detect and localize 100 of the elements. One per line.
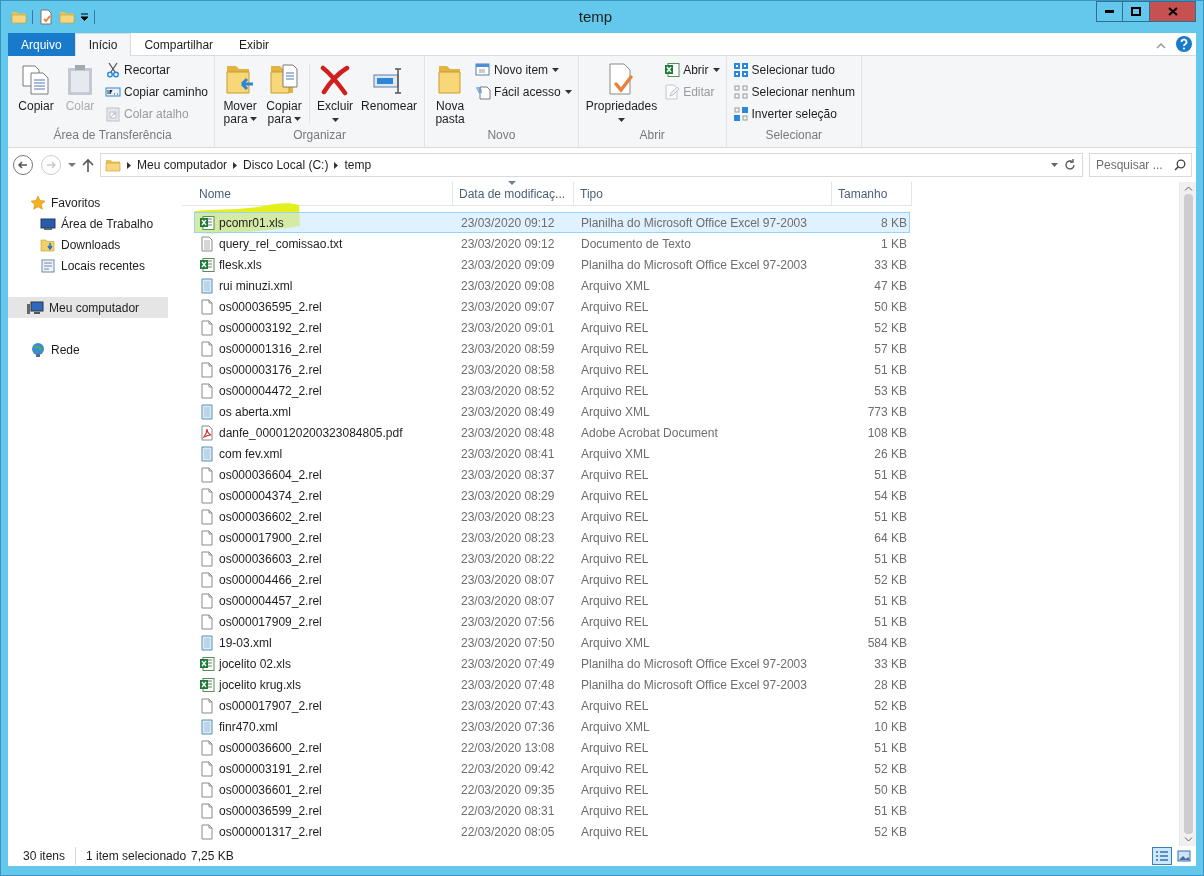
ribbon-button[interactable]: Fácil acesso xyxy=(475,82,572,101)
ribbon-button[interactable]: Copiar xyxy=(15,60,57,113)
blank-file-icon xyxy=(199,823,215,840)
ribbon-button[interactable]: Renomear xyxy=(358,60,421,113)
breadcrumb-item[interactable]: temp xyxy=(344,156,372,174)
file-row[interactable]: danfe_0000120200323084805.pdf 23/03/2020 08:48 Adobe Acrobat Document 108 KB xyxy=(194,422,910,443)
selection-size: 7,25 KB xyxy=(190,848,234,865)
file-size: 52 KB xyxy=(873,319,908,337)
column-header[interactable]: Data de modificaç... xyxy=(453,182,574,205)
file-row[interactable]: os000036603_2.rel 23/03/2020 08:22 Arquivo REL 51 KB xyxy=(194,548,910,569)
image-view-icon xyxy=(1177,850,1191,862)
network-icon xyxy=(30,341,46,358)
file-row[interactable]: os000004374_2.rel 23/03/2020 08:29 Arquivo REL 54 KB xyxy=(194,485,910,506)
nav-item[interactable]: Downloads xyxy=(8,234,168,255)
blank-file-icon xyxy=(199,550,215,567)
text-file-icon xyxy=(199,235,215,252)
customize-toolbar-icon[interactable] xyxy=(80,13,89,21)
ribbon-button[interactable]: Mover para xyxy=(219,60,262,126)
file-date: 23/03/2020 08:07 xyxy=(460,571,556,589)
nav-item[interactable]: Área de Trabalho xyxy=(8,213,168,234)
details-view-button[interactable] xyxy=(1152,847,1172,865)
file-date: 22/03/2020 08:05 xyxy=(460,823,556,841)
file-row[interactable]: jocelito 02.xls 23/03/2020 07:49 Planilha do Microsoft Office Excel 97-2003 33 KB xyxy=(194,653,910,674)
close-button[interactable] xyxy=(1150,1,1196,22)
file-row[interactable]: os000017900_2.rel 23/03/2020 08:23 Arquivo REL 64 KB xyxy=(194,527,910,548)
refresh-icon[interactable] xyxy=(1064,159,1076,171)
ribbon-button[interactable]: Selecionar nenhum xyxy=(732,82,855,101)
ribbon-tab[interactable]: Compartilhar xyxy=(131,33,227,56)
ribbon-tab[interactable]: Exibir xyxy=(226,33,283,56)
breadcrumb-item[interactable]: Disco Local (C:) xyxy=(243,156,329,174)
file-row[interactable]: os aberta.xml 23/03/2020 08:49 Arquivo XML 773 KB xyxy=(194,401,910,422)
ribbon-button[interactable]: Selecionar tudo xyxy=(732,60,855,79)
address-bar[interactable]: Meu computador Disco Local (C:) temp xyxy=(100,153,1083,177)
file-row[interactable]: os000036595_2.rel 23/03/2020 09:07 Arquivo REL 50 KB xyxy=(194,296,910,317)
file-row[interactable]: os000004472_2.rel 23/03/2020 08:52 Arquivo REL 53 KB xyxy=(194,380,910,401)
blank-file-icon xyxy=(199,697,215,714)
ribbon-button[interactable]: Inverter seleção xyxy=(732,104,855,123)
search-field[interactable]: Pesquisar ... xyxy=(1089,153,1192,177)
file-row[interactable]: jocelito krug.xls 23/03/2020 07:48 Planilha do Microsoft Office Excel 97-2003 28 KB xyxy=(194,674,910,695)
help-icon[interactable] xyxy=(1176,36,1192,52)
column-header[interactable]: Tipo xyxy=(574,182,832,205)
file-row[interactable]: os000036604_2.rel 23/03/2020 08:37 Arquivo REL 51 KB xyxy=(194,464,910,485)
file-row[interactable]: os000036601_2.rel 22/03/2020 09:35 Arquivo REL 50 KB xyxy=(194,779,910,800)
nav-item[interactable]: Favoritos xyxy=(8,192,168,213)
file-row[interactable]: 19-03.xml 23/03/2020 07:50 Arquivo XML 584 KB xyxy=(194,632,910,653)
ribbon-tab[interactable]: Início xyxy=(74,33,132,56)
ribbon-button[interactable]: Nova pasta xyxy=(429,60,472,126)
address-caret-icon[interactable] xyxy=(1051,163,1058,167)
caret-icon xyxy=(564,89,572,94)
nav-item[interactable]: Meu computador xyxy=(8,297,168,318)
file-name: os000036604_2.rel xyxy=(219,466,322,484)
file-row[interactable]: os000003191_2.rel 22/03/2020 09:42 Arquivo REL 52 KB xyxy=(194,758,910,779)
tiles-view-button[interactable] xyxy=(1174,847,1194,865)
edit-icon xyxy=(664,83,681,100)
ribbon-button[interactable]: Recortar xyxy=(105,60,209,79)
minimize-button[interactable] xyxy=(1096,1,1123,22)
file-row[interactable]: finr470.xml 23/03/2020 07:36 Arquivo XML 10 KB xyxy=(194,716,910,737)
file-tab[interactable]: Arquivo xyxy=(8,33,75,56)
up-arrow-icon[interactable] xyxy=(82,158,94,172)
file-row[interactable]: os000003176_2.rel 23/03/2020 08:58 Arquivo REL 51 KB xyxy=(194,359,910,380)
file-type: Arquivo REL xyxy=(580,298,650,316)
collapse-ribbon-icon[interactable] xyxy=(1156,43,1166,49)
file-date: 23/03/2020 07:36 xyxy=(460,718,556,736)
file-row[interactable]: os000004457_2.rel 23/03/2020 08:07 Arquivo REL 51 KB xyxy=(194,590,910,611)
easy-access-icon xyxy=(475,83,492,100)
ribbon-button[interactable]: Excluir xyxy=(314,60,357,122)
file-row[interactable]: flesk.xls 23/03/2020 09:09 Planilha do Microsoft Office Excel 97-2003 33 KB xyxy=(194,254,910,275)
ribbon-button[interactable]: Copiar caminho xyxy=(105,82,209,101)
file-date: 23/03/2020 08:49 xyxy=(460,403,556,421)
file-row[interactable]: pcomr01.xls 23/03/2020 09:12 Planilha do Microsoft Office Excel 97-2003 8 KB xyxy=(194,212,910,233)
file-row[interactable]: os000001316_2.rel 23/03/2020 08:59 Arquivo REL 57 KB xyxy=(194,338,910,359)
breadcrumb-item[interactable]: Meu computador xyxy=(137,156,228,174)
blank-file-icon xyxy=(199,466,215,483)
file-row[interactable]: os000003192_2.rel 23/03/2020 09:01 Arquivo REL 52 KB xyxy=(194,317,910,338)
ribbon-button[interactable]: Abrir xyxy=(664,60,720,79)
nav-item[interactable]: Locais recentes xyxy=(8,255,168,276)
ribbon-button[interactable]: Propriedades xyxy=(582,60,661,122)
column-header[interactable]: Tamanho xyxy=(832,182,912,205)
file-row[interactable]: os000036600_2.rel 22/03/2020 13:08 Arquivo REL 51 KB xyxy=(194,737,910,758)
file-type: Arquivo REL xyxy=(580,487,650,505)
nav-item[interactable]: Rede xyxy=(8,339,168,360)
file-row[interactable]: rui minuzi.xml 23/03/2020 09:08 Arquivo XML 47 KB xyxy=(194,275,910,296)
file-row[interactable]: os000004466_2.rel 23/03/2020 08:07 Arquivo REL 52 KB xyxy=(194,569,910,590)
blank-file-icon xyxy=(199,508,215,525)
ribbon-button[interactable]: Novo item xyxy=(475,60,572,79)
file-row[interactable]: os000001317_2.rel 22/03/2020 08:05 Arquivo REL 52 KB xyxy=(194,821,910,842)
file-size: 51 KB xyxy=(873,802,908,820)
back-icon[interactable] xyxy=(12,154,34,176)
ribbon-button[interactable]: Copiar para xyxy=(263,60,306,126)
file-row[interactable]: os000017909_2.rel 23/03/2020 07:56 Arquivo REL 51 KB xyxy=(194,611,910,632)
file-row[interactable]: os000017907_2.rel 23/03/2020 07:43 Arquivo REL 52 KB xyxy=(194,695,910,716)
scissors-icon xyxy=(105,61,121,78)
file-name: danfe_0000120200323084805.pdf xyxy=(219,424,403,442)
file-row[interactable]: os000036599_2.rel 22/03/2020 08:31 Arquivo REL 51 KB xyxy=(194,800,910,821)
spreadsheet-icon xyxy=(199,256,215,273)
breadcrumb-arrow-icon xyxy=(233,161,238,169)
file-row[interactable]: com fev.xml 23/03/2020 08:41 Arquivo XML 26 KB xyxy=(194,443,910,464)
file-row[interactable]: query_rel_comissao.txt 23/03/2020 09:12 Documento de Texto 1 KB xyxy=(194,233,910,254)
history-caret-icon[interactable] xyxy=(68,163,76,167)
file-row[interactable]: os000036602_2.rel 23/03/2020 08:23 Arquivo REL 51 KB xyxy=(194,506,910,527)
